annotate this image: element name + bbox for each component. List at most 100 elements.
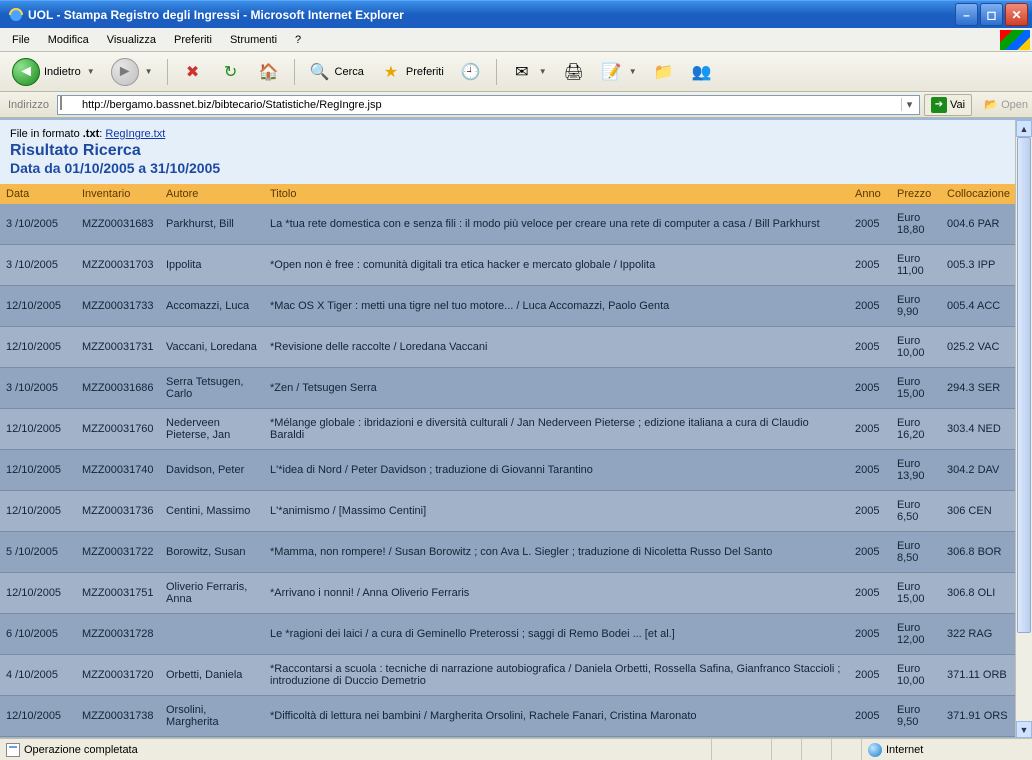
cell-data: 12/10/2005 xyxy=(0,286,76,327)
column-titolo[interactable]: Titolo xyxy=(264,184,849,204)
table-row: 12/10/2005MZZ00031760Nederveen Pieterse,… xyxy=(0,409,1015,450)
vertical-scrollbar[interactable]: ▲ ▼ xyxy=(1015,120,1032,738)
cell-prez: Euro 6,50 xyxy=(891,491,941,532)
back-button[interactable]: ◄ Indietro ▼ xyxy=(6,55,101,89)
window-minimize-button[interactable]: – xyxy=(955,3,978,26)
scroll-up-button[interactable]: ▲ xyxy=(1016,120,1032,137)
cell-anno: 2005 xyxy=(849,491,891,532)
cell-col: 294.3 SER xyxy=(941,368,1015,409)
edit-icon: 📝 xyxy=(601,61,623,83)
cell-prez: Euro 16,20 xyxy=(891,409,941,450)
address-input[interactable] xyxy=(80,97,901,113)
cell-anno: 2005 xyxy=(849,286,891,327)
cell-inv: MZZ00031740 xyxy=(76,450,160,491)
refresh-button[interactable]: ↻ xyxy=(214,58,248,86)
go-arrow-icon: ➔ xyxy=(931,97,947,113)
cell-tit: *Open non è free : comunità digitali tra… xyxy=(264,245,849,286)
menu-modifica[interactable]: Modifica xyxy=(40,31,97,49)
column-anno[interactable]: Anno xyxy=(849,184,891,204)
cell-aut xyxy=(160,614,264,655)
cell-data: 12/10/2005 xyxy=(0,327,76,368)
cell-tit: *Vietato entrare : il bambino autistico … xyxy=(264,737,849,739)
cell-anno: 2005 xyxy=(849,368,891,409)
menu-strumenti[interactable]: Strumenti xyxy=(222,31,285,49)
cell-col: 306.8 BOR xyxy=(941,532,1015,573)
status-cell xyxy=(712,739,772,760)
cell-col: 371.91 ORS xyxy=(941,696,1015,737)
home-button[interactable]: 🏠 xyxy=(252,58,286,86)
edit-button[interactable]: 📝▼ xyxy=(595,58,643,86)
cell-data: 4 /10/2005 xyxy=(0,655,76,696)
address-bar: Indirizzo ▾ ➔ Vai 📂 Open xyxy=(0,92,1032,118)
cell-anno: 2005 xyxy=(849,450,891,491)
windows-flag-icon xyxy=(1000,30,1030,50)
search-button[interactable]: 🔍Cerca xyxy=(303,58,370,86)
cell-aut: Vaccani, Loredana xyxy=(160,327,264,368)
file-download-link[interactable]: RegIngre.txt xyxy=(105,128,165,140)
cell-col: 322 RAG xyxy=(941,614,1015,655)
page-content: File in formato .txt: RegIngre.txt Risul… xyxy=(0,120,1015,738)
forward-arrow-icon: ► xyxy=(111,58,139,86)
window-maximize-button[interactable]: ◻ xyxy=(980,3,1003,26)
forward-button[interactable]: ► ▼ xyxy=(105,55,159,89)
cell-anno: 2005 xyxy=(849,614,891,655)
menu-file[interactable]: File xyxy=(4,31,38,49)
cell-col: 303.4 NED xyxy=(941,409,1015,450)
cell-col: 371.94 MAU xyxy=(941,737,1015,739)
menu-visualizza[interactable]: Visualizza xyxy=(99,31,164,49)
cell-data: 3 /10/2005 xyxy=(0,204,76,245)
column-autore[interactable]: Autore xyxy=(160,184,264,204)
cell-col: 005.3 IPP xyxy=(941,245,1015,286)
cell-data: 3 /10/2005 xyxy=(0,245,76,286)
column-prezzo[interactable]: Prezzo xyxy=(891,184,941,204)
cell-tit: *Raccontarsi a scuola : tecniche di narr… xyxy=(264,655,849,696)
cell-aut: Orsolini, Margherita xyxy=(160,696,264,737)
security-zone-label: Internet xyxy=(886,744,923,756)
page-title: Risultato Ricerca xyxy=(10,142,1005,160)
cell-prez: Euro 12,00 xyxy=(891,614,941,655)
print-icon: 🖨 xyxy=(563,61,585,83)
cell-inv: MZZ00031736 xyxy=(76,491,160,532)
print-button[interactable]: 🖨 xyxy=(557,58,591,86)
menu-help[interactable]: ? xyxy=(287,31,309,49)
table-row: 12/10/2005MZZ00031751Oliverio Ferraris, … xyxy=(0,573,1015,614)
globe-icon xyxy=(868,743,882,757)
column-data[interactable]: Data xyxy=(0,184,76,204)
menu-preferiti[interactable]: Preferiti xyxy=(166,31,220,49)
toolbar: ◄ Indietro ▼ ► ▼ ✖ ↻ 🏠 🔍Cerca ★ Preferiti… xyxy=(0,52,1032,92)
messenger-button[interactable]: 👥 xyxy=(685,58,719,86)
stop-button[interactable]: ✖ xyxy=(176,58,210,86)
folder-button[interactable]: 📁 xyxy=(647,58,681,86)
go-button[interactable]: ➔ Vai xyxy=(924,94,972,116)
cell-tit: *Zen / Tetsugen Serra xyxy=(264,368,849,409)
window-close-button[interactable]: ✕ xyxy=(1005,3,1028,26)
cell-tit: L'*animismo / [Massimo Centini] xyxy=(264,491,849,532)
cell-inv: MZZ00031703 xyxy=(76,245,160,286)
cell-tit: *Revisione delle raccolte / Loredana Vac… xyxy=(264,327,849,368)
address-combobox[interactable]: ▾ xyxy=(57,95,920,115)
favorites-label: Preferiti xyxy=(406,66,444,78)
cell-tit: L'*idea di Nord / Peter Davidson ; tradu… xyxy=(264,450,849,491)
cell-data: 12/10/2005 xyxy=(0,450,76,491)
column-collocazione[interactable]: Collocazione xyxy=(941,184,1015,204)
star-icon: ★ xyxy=(380,61,402,83)
cell-aut: Centini, Massimo xyxy=(160,491,264,532)
scroll-track[interactable] xyxy=(1016,137,1032,721)
scroll-thumb[interactable] xyxy=(1017,137,1031,633)
back-arrow-icon: ◄ xyxy=(12,58,40,86)
cell-col: 371.11 ORB xyxy=(941,655,1015,696)
address-dropdown-icon[interactable]: ▾ xyxy=(901,98,917,111)
cell-anno: 2005 xyxy=(849,655,891,696)
back-dropdown-icon: ▼ xyxy=(87,67,95,76)
results-table: Data Inventario Autore Titolo Anno Prezz… xyxy=(0,184,1015,738)
open-button[interactable]: 📂 Open xyxy=(976,98,1028,112)
mail-button[interactable]: ✉▼ xyxy=(505,58,553,86)
security-zone-cell: Internet xyxy=(862,739,1032,760)
favorites-button[interactable]: ★ Preferiti xyxy=(374,58,450,86)
history-button[interactable]: 🕘 xyxy=(454,58,488,86)
column-inventario[interactable]: Inventario xyxy=(76,184,160,204)
scroll-down-button[interactable]: ▼ xyxy=(1016,721,1032,738)
cell-col: 004.6 PAR xyxy=(941,204,1015,245)
table-row: 12/10/2005MZZ00031736Centini, MassimoL'*… xyxy=(0,491,1015,532)
cell-data: 12/10/2005 xyxy=(0,491,76,532)
